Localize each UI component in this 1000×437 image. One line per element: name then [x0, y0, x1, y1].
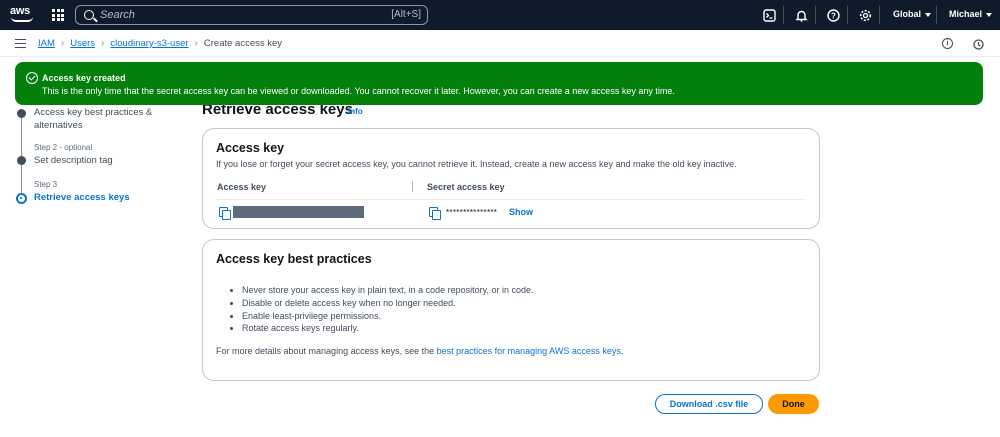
- column-header-access-key: Access key: [217, 182, 267, 192]
- list-item: Rotate access keys regularly.: [230, 323, 533, 336]
- nav-divider: [815, 6, 816, 24]
- menu-icon[interactable]: [15, 39, 26, 48]
- nav-divider: [847, 6, 848, 24]
- chevron-right-icon: ›: [60, 38, 65, 49]
- column-header-secret: Secret access key: [427, 182, 505, 192]
- search-shortcut: [Alt+S]: [391, 9, 421, 20]
- best-practices-heading: Access key best practices: [216, 252, 372, 266]
- best-practices-list: Never store your access key in plain tex…: [230, 285, 533, 336]
- flash-title: Access key created: [42, 73, 126, 83]
- cloudshell-icon[interactable]: [762, 8, 776, 22]
- chevron-right-icon: ›: [194, 38, 198, 49]
- copy-access-key-icon[interactable]: [219, 207, 231, 220]
- aws-logo[interactable]: aws: [10, 5, 36, 25]
- success-flash-banner: Access key created This is the only time…: [15, 62, 983, 105]
- chevron-right-icon: ›: [101, 38, 105, 49]
- breadcrumb-current: Create access key: [203, 38, 283, 49]
- best-practices-link[interactable]: best practices for managing AWS access k…: [437, 346, 621, 356]
- column-divider: [412, 181, 413, 192]
- chevron-down-icon: [986, 12, 993, 17]
- step-2-label[interactable]: Set description tag: [34, 154, 113, 167]
- svg-text:?: ?: [831, 11, 836, 20]
- step-1-label[interactable]: Access key best practices & alternatives: [34, 106, 164, 132]
- step-1-indicator: [17, 109, 26, 118]
- step-2-caption: Step 2 - optional: [34, 143, 93, 152]
- search-icon: [84, 10, 94, 20]
- user-label: Michael: [949, 9, 983, 19]
- account-menu[interactable]: Michael: [949, 9, 993, 19]
- clock-icon[interactable]: [971, 37, 985, 51]
- more-details-text: For more details about managing access k…: [216, 346, 624, 356]
- nav-divider: [936, 6, 937, 24]
- step-3-caption: Step 3: [34, 180, 58, 189]
- list-item: Disable or delete access key when no lon…: [230, 298, 533, 311]
- access-key-description: If you lose or forget your secret access…: [216, 159, 737, 169]
- region-label: Global: [893, 9, 922, 19]
- breadcrumb-user[interactable]: cloudinary-s3-user: [110, 38, 188, 49]
- breadcrumb-iam[interactable]: IAM: [38, 38, 55, 49]
- copy-secret-key-icon[interactable]: [429, 207, 441, 220]
- nav-divider: [879, 6, 880, 24]
- region-selector[interactable]: Global: [893, 9, 932, 19]
- search-placeholder: Search: [100, 9, 135, 21]
- bell-icon[interactable]: [794, 8, 808, 22]
- step-3-label: Retrieve access keys: [34, 192, 130, 203]
- breadcrumb-users[interactable]: Users: [70, 38, 95, 49]
- list-item: Never store your access key in plain tex…: [230, 285, 533, 298]
- step-2-indicator: [17, 156, 26, 165]
- info-link[interactable]: Info: [348, 107, 363, 116]
- secret-key-masked: ***************: [446, 208, 498, 217]
- download-csv-button[interactable]: Download .csv file: [655, 394, 763, 414]
- success-check-icon: [26, 72, 38, 84]
- row-divider: [216, 199, 806, 200]
- list-item: Enable least-privilege permissions.: [230, 311, 533, 324]
- show-secret-link[interactable]: Show: [509, 207, 533, 217]
- info-icon[interactable]: i: [942, 38, 953, 49]
- chevron-down-icon: [925, 12, 932, 17]
- flash-message: This is the only time that the secret ac…: [42, 86, 675, 96]
- breadcrumb-bar: IAM › Users › cloudinary-s3-user › Creat…: [0, 30, 1000, 57]
- done-button[interactable]: Done: [768, 394, 819, 414]
- breadcrumb: IAM › Users › cloudinary-s3-user › Creat…: [38, 38, 282, 49]
- gear-icon[interactable]: [858, 8, 872, 22]
- search-input[interactable]: Search [Alt+S]: [75, 5, 428, 25]
- nav-divider: [783, 6, 784, 24]
- access-key-heading: Access key: [216, 141, 285, 155]
- top-navigation: aws Search [Alt+S] ? Global Michael: [0, 0, 1000, 30]
- help-icon[interactable]: ?: [826, 8, 840, 22]
- step-3-indicator: [16, 193, 27, 204]
- step-connector: [21, 110, 22, 195]
- access-key-value-redacted: [233, 206, 364, 218]
- services-grid-icon[interactable]: [52, 9, 64, 21]
